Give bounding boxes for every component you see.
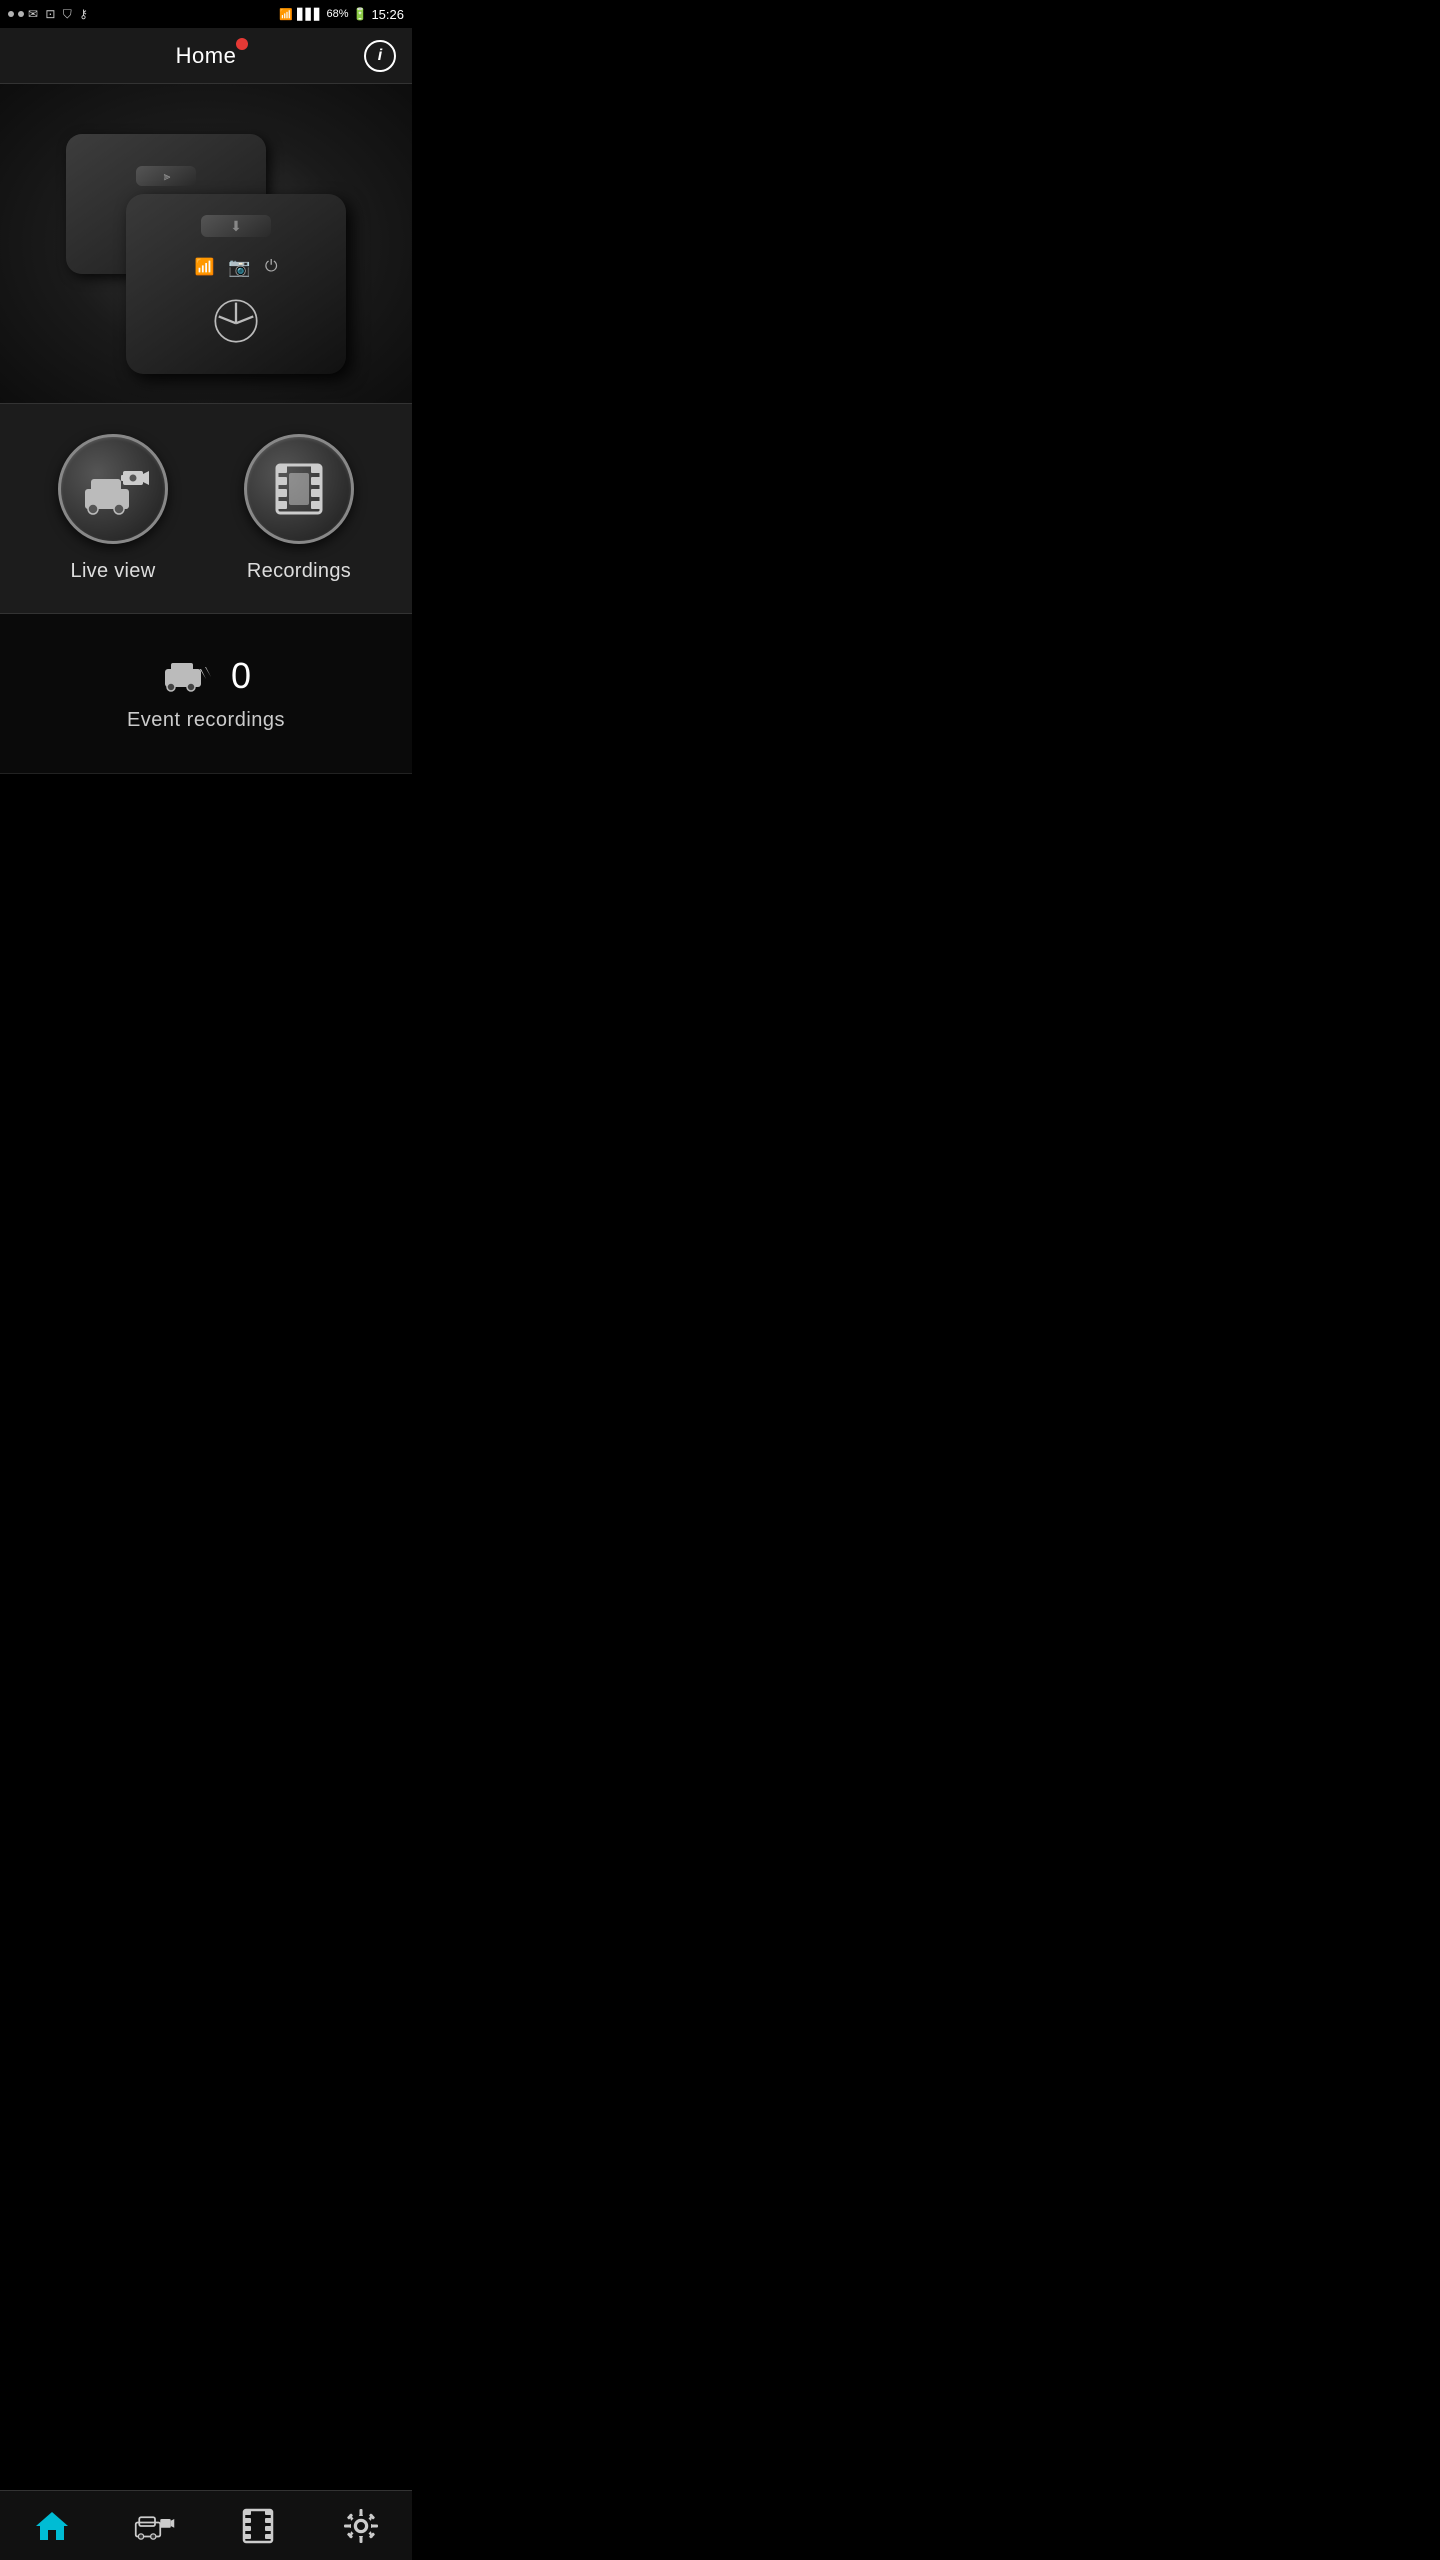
signal-icon: ▋▋▋ — [297, 8, 322, 21]
camera-nav-icon — [134, 2508, 176, 2544]
recording-dot — [236, 38, 248, 50]
status-dot-2 — [18, 11, 24, 17]
nav-home[interactable] — [12, 2491, 92, 2560]
status-dot-1 — [8, 11, 14, 17]
gear-icon — [343, 2508, 379, 2544]
live-view-button[interactable]: Live view — [58, 434, 168, 583]
battery-icon: 🔋 — [353, 7, 368, 21]
camera-btn-icon: 📷 — [228, 257, 250, 278]
event-count-value: 0 — [231, 655, 251, 697]
dashcam-image: ⫸ ⬇ 📶 📷 ⏻ — [66, 114, 346, 374]
live-view-circle — [58, 434, 168, 544]
nav-live[interactable] — [115, 2491, 195, 2560]
top-nav: Home i — [0, 28, 412, 84]
page-title: Home — [176, 43, 237, 69]
home-icon — [34, 2508, 70, 2544]
nav-settings[interactable] — [321, 2491, 401, 2560]
time-display: 15:26 — [371, 7, 404, 22]
event-section[interactable]: 0 Event recordings — [0, 614, 412, 774]
power-btn-icon: ⏻ — [265, 258, 278, 276]
film-nav-icon — [240, 2508, 276, 2544]
recordings-button[interactable]: Recordings — [244, 434, 354, 583]
device-back-button: ⫸ — [136, 166, 196, 186]
status-bar: ✉ ⊡ ⛉ ⚷ 📶 ▋▋▋ 68% 🔋 15:26 — [0, 0, 412, 28]
event-recordings-label: Event recordings — [127, 709, 285, 732]
info-icon: i — [378, 47, 382, 65]
notification-icons: ✉ ⊡ ⛉ ⚷ — [28, 7, 90, 22]
dashcam-device-front: ⬇ 📶 📷 ⏻ — [126, 194, 346, 374]
front-btn-icon: ⬇ — [230, 218, 242, 235]
live-view-icon — [77, 461, 149, 517]
wifi-btn-icon: 📶 — [195, 257, 215, 277]
device-front-button: ⬇ — [201, 215, 271, 237]
status-left: ✉ ⊡ ⛉ ⚷ — [8, 7, 90, 22]
device-buttons-row: 📶 📷 ⏻ — [195, 257, 278, 278]
actions-section: Live view Recordings — [0, 404, 412, 614]
event-count-row: 0 — [161, 655, 251, 697]
nav-recordings[interactable] — [218, 2491, 298, 2560]
recordings-circle — [244, 434, 354, 544]
battery-level: 68% — [326, 8, 348, 20]
hero-section: ⫸ ⬇ 📶 📷 ⏻ — [0, 84, 412, 404]
arrows-icon: ⫸ — [164, 169, 169, 184]
info-button[interactable]: i — [364, 40, 396, 72]
status-right: 📶 ▋▋▋ 68% 🔋 15:26 — [279, 7, 404, 22]
wifi-icon: 📶 — [279, 8, 293, 21]
recordings-label: Recordings — [247, 560, 351, 583]
film-strip-icon — [269, 461, 329, 517]
live-view-label: Live view — [71, 560, 156, 583]
bottom-nav — [0, 2490, 412, 2560]
mercedes-star-front — [213, 298, 259, 352]
car-collision-icon — [161, 655, 215, 697]
